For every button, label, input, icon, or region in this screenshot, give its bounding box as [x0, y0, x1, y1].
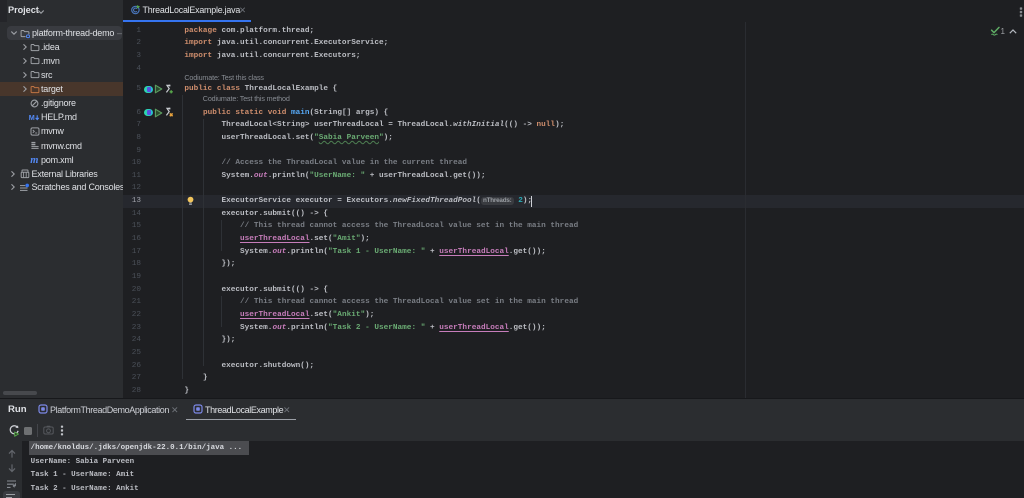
- svg-text:M: M: [29, 113, 35, 122]
- svg-text:m: m: [30, 155, 38, 165]
